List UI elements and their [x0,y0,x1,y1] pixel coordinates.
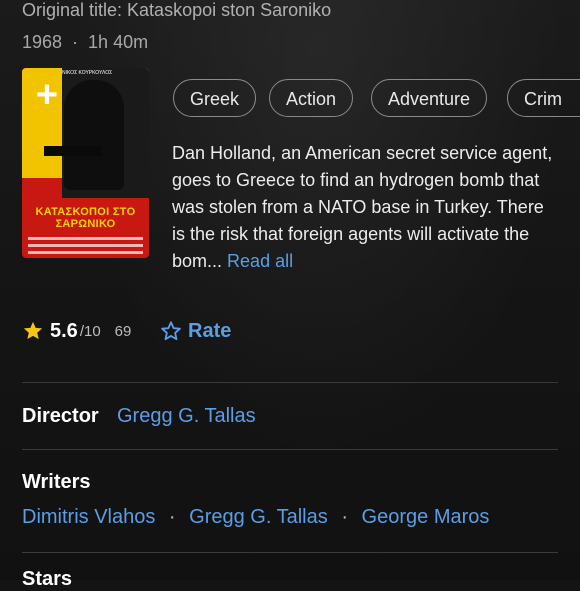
divider [22,382,558,383]
release-year: 1968 [22,32,63,52]
rate-label: Rate [188,319,232,342]
writers-list: Dimitris Vlahos · Gregg G. Tallas · Geor… [22,506,489,529]
director-link[interactable]: Gregg G. Tallas [117,405,256,428]
writer-separator: · [168,506,176,528]
rate-button[interactable]: Rate [160,316,231,346]
add-to-watchlist-button[interactable]: + [22,68,72,122]
star-icon [23,321,43,340]
plus-icon: + [35,74,59,116]
original-title: Original title: Kataskopoi ston Saroniko [22,0,332,20]
divider [22,552,558,553]
imdb-rating: 5.6 /10 69 [22,316,131,346]
runtime: 1h 40m [88,32,149,52]
read-all-link[interactable]: Read all [227,251,293,271]
rating-score: 5.6 [50,319,78,342]
rating-out-of: /10 [79,322,101,340]
genre-chip-crime[interactable]: Crim [507,79,580,117]
writer-link[interactable]: George Maros [362,506,490,528]
genre-chip-greek[interactable]: Greek [173,79,257,117]
meta-separator: · [72,32,79,52]
star-outline-icon [161,321,181,341]
writers-label: Writers [22,471,91,493]
poster-gun [44,146,102,156]
writer-link[interactable]: Dimitris Vlahos [22,506,155,528]
title-meta: 1968 · 1h 40m [22,32,148,53]
poster-title-text: ΚΑΤΑΣΚΟΠΟΙ ΣΤΟ ΣΑΡΩΝΙΚΟ [35,206,136,230]
genre-chip-adventure[interactable]: Adventure [371,79,488,117]
poster-figure [64,80,124,190]
plot-summary[interactable]: Dan Holland, an American secret service … [172,140,557,275]
writer-link[interactable]: Gregg G. Tallas [189,506,328,528]
genre-chips: Greek Action Adventure Crim [173,79,580,119]
genre-chip-action[interactable]: Action [269,79,354,117]
director-label: Director [22,405,99,427]
divider [22,449,558,450]
rating-count: 69 [114,322,132,340]
writer-separator: · [341,506,348,528]
